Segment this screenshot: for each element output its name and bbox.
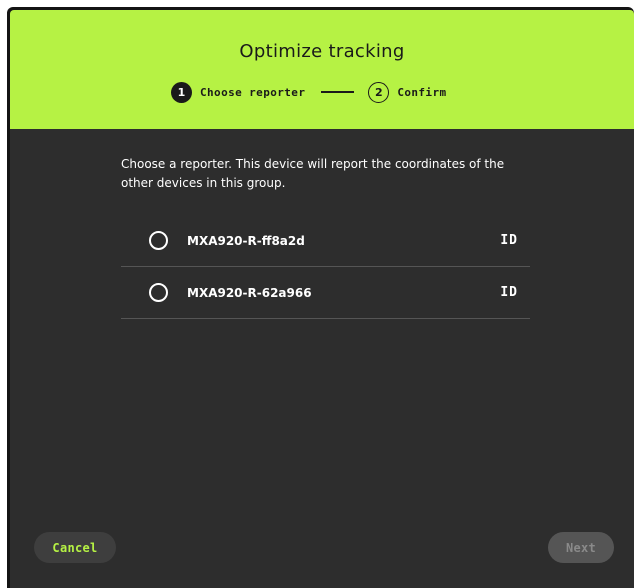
cancel-button[interactable]: Cancel [34, 532, 116, 563]
instructions-text: Choose a reporter. This device will repo… [121, 157, 505, 190]
device-row[interactable]: MXA920-R-ff8a2d ID [121, 215, 530, 267]
window-frame: Optimize tracking 1 Choose reporter 2 Co… [7, 7, 634, 588]
identify-button[interactable]: ID [500, 285, 518, 300]
radio-button-icon[interactable] [149, 283, 168, 302]
step-connector [321, 91, 355, 93]
dialog-title: Optimize tracking [239, 41, 405, 62]
step-2-indicator: 2 [368, 81, 390, 103]
reporter-device-list: MXA920-R-ff8a2d ID MXA920-R-62a966 ID [121, 215, 530, 319]
next-button[interactable]: Next [548, 532, 614, 563]
step-1-label: Choose reporter [200, 85, 306, 99]
device-name: MXA920-R-62a966 [187, 285, 312, 300]
device-name: MXA920-R-ff8a2d [187, 233, 305, 248]
device-row[interactable]: MXA920-R-62a966 ID [121, 267, 530, 319]
optimize-tracking-dialog: Optimize tracking 1 Choose reporter 2 Co… [10, 10, 634, 588]
step-1-indicator: 1 [171, 81, 192, 103]
stepper: 1 Choose reporter 2 Confirm [171, 81, 447, 103]
radio-button-icon[interactable] [149, 231, 168, 250]
step-2-label: Confirm [397, 85, 447, 99]
identify-button[interactable]: ID [500, 233, 518, 248]
dialog-header: Optimize tracking 1 Choose reporter 2 Co… [10, 10, 634, 129]
